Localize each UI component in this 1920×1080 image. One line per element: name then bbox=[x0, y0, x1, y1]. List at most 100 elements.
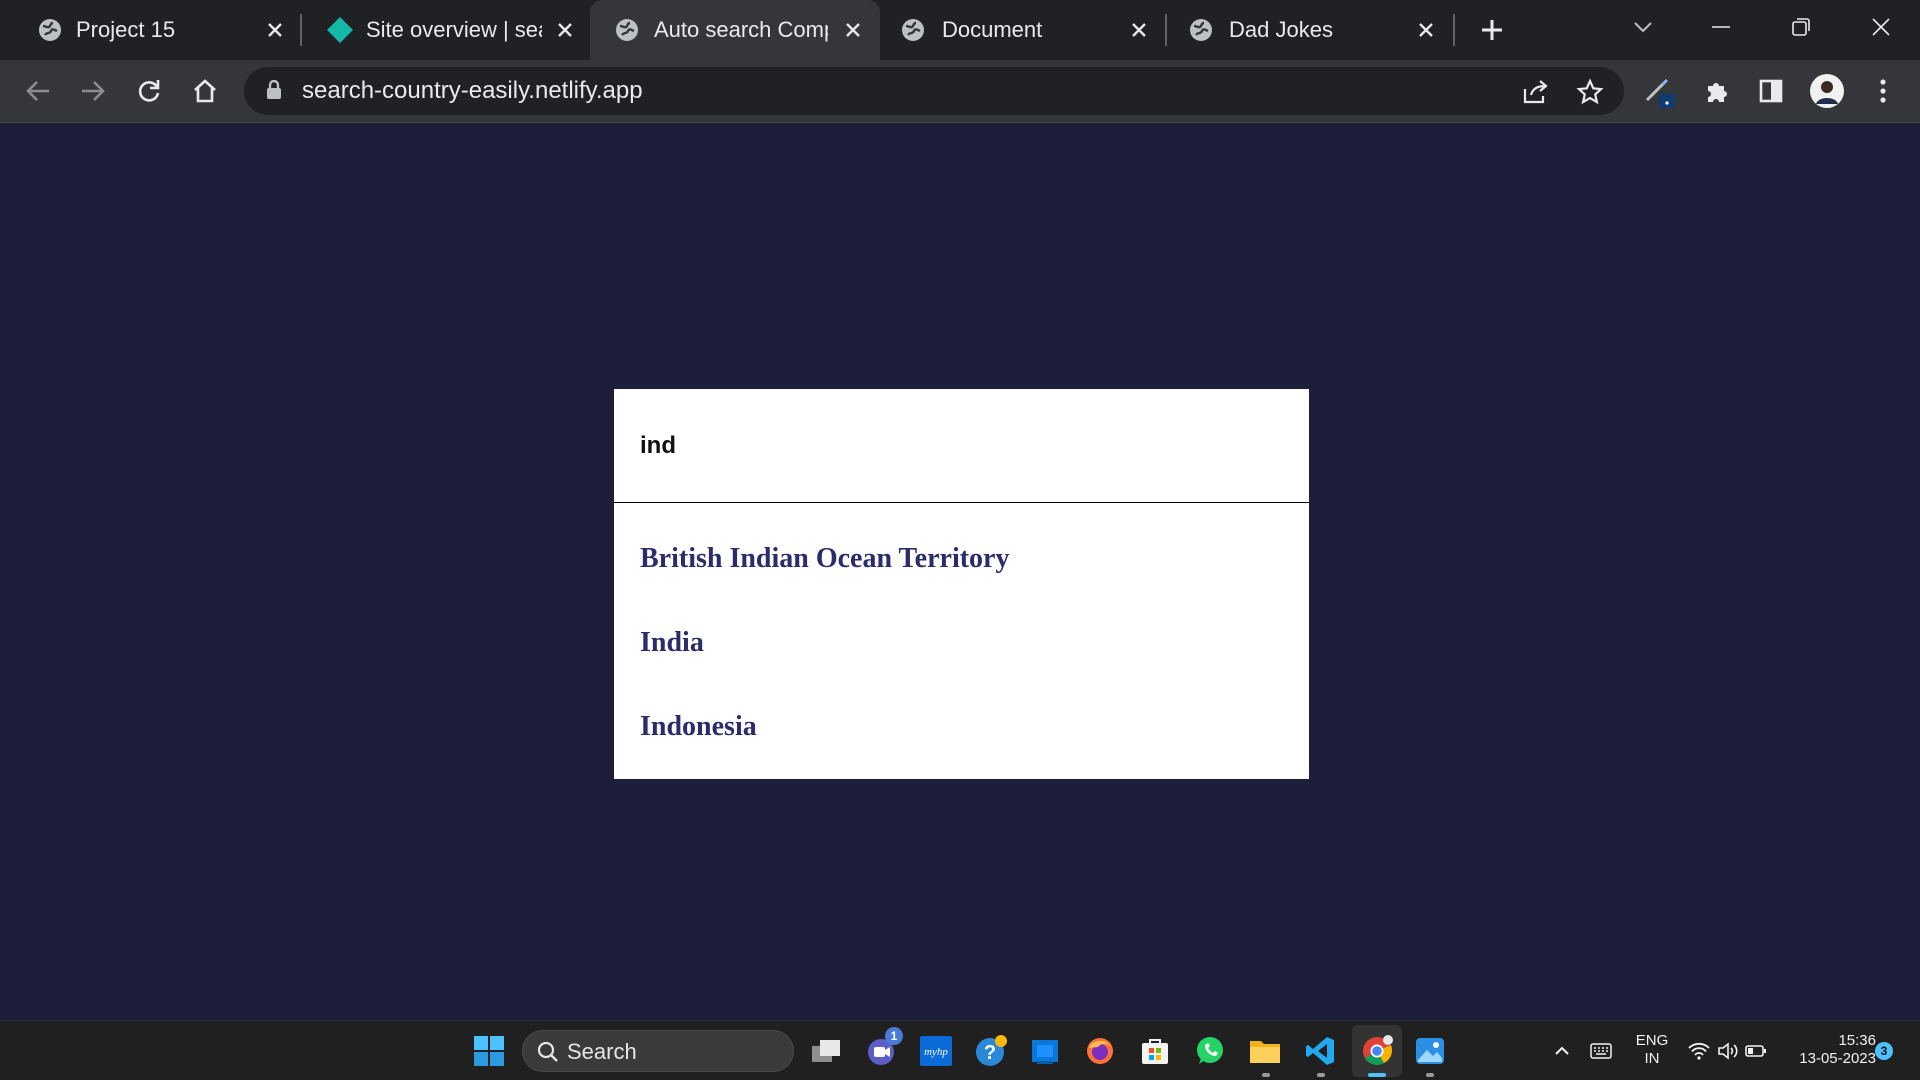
back-button[interactable] bbox=[21, 74, 55, 108]
tab-search-button[interactable] bbox=[1626, 10, 1660, 44]
tab-title: Site overview | search-country-easily bbox=[366, 17, 542, 42]
task-view-button[interactable] bbox=[806, 1031, 846, 1071]
running-indicator bbox=[1317, 1073, 1325, 1077]
svg-text:?: ? bbox=[984, 1042, 996, 1064]
search-icon bbox=[537, 1041, 558, 1062]
tab-project-15[interactable]: Project 15 bbox=[0, 0, 296, 60]
globe-icon bbox=[616, 19, 638, 41]
plus-icon bbox=[1482, 20, 1502, 40]
netlify-diamond-icon bbox=[327, 17, 353, 43]
firefox-button[interactable] bbox=[1080, 1031, 1120, 1071]
restore-button[interactable] bbox=[1784, 10, 1818, 44]
touch-keyboard-button[interactable] bbox=[1581, 1031, 1621, 1071]
puzzle-icon bbox=[1708, 83, 1727, 102]
store-bag-icon bbox=[1142, 1039, 1168, 1064]
lock-icon bbox=[267, 80, 281, 99]
tab-dad-jokes[interactable]: Dad Jokes bbox=[1152, 0, 1448, 60]
language-code: ENG bbox=[1635, 1032, 1669, 1049]
suggestion-item[interactable]: British Indian Ocean Territory bbox=[614, 517, 1309, 601]
tab-separator bbox=[1453, 14, 1455, 46]
profile-avatar[interactable] bbox=[1810, 74, 1844, 108]
clock[interactable]: 15:36 13-05-2023 bbox=[1780, 1032, 1876, 1068]
reload-button[interactable] bbox=[132, 74, 166, 108]
tab-auto-search-complete[interactable]: Auto search Complete bbox=[590, 0, 880, 60]
microsoft-store-button[interactable] bbox=[1135, 1031, 1175, 1071]
teams-chat-button[interactable]: 1 bbox=[861, 1027, 903, 1071]
arrow-right-icon bbox=[82, 81, 105, 101]
tab-document[interactable]: Document bbox=[866, 0, 1162, 60]
running-indicator bbox=[1262, 1073, 1270, 1077]
input-language-indicator[interactable]: ENG IN bbox=[1628, 1032, 1676, 1068]
tab-title: Project 15 bbox=[76, 17, 176, 42]
pen-icon bbox=[1645, 78, 1675, 108]
chat-badge: 1 bbox=[885, 1027, 903, 1045]
svg-text:myhp: myhp bbox=[924, 1046, 948, 1058]
side-panel-icon bbox=[1759, 79, 1783, 103]
menu-button[interactable] bbox=[1866, 74, 1900, 108]
address-bar[interactable]: search-country-easily.netlify.app bbox=[244, 67, 1624, 115]
minimize-icon bbox=[1712, 26, 1730, 28]
reload-icon bbox=[138, 80, 160, 102]
photos-icon bbox=[1416, 1038, 1444, 1064]
tab-close-icon[interactable] bbox=[262, 17, 288, 43]
tab-title: Document bbox=[942, 17, 1043, 42]
address-url: search-country-easily.netlify.app bbox=[302, 77, 643, 104]
close-window-button[interactable] bbox=[1864, 10, 1898, 44]
pen-extension-button[interactable] bbox=[1643, 74, 1677, 108]
forward-button[interactable] bbox=[76, 74, 110, 108]
network-volume-battery-button[interactable] bbox=[1682, 1031, 1772, 1071]
suggestion-item[interactable]: Indonesia bbox=[614, 685, 1309, 769]
chrome-button[interactable] bbox=[1357, 1031, 1397, 1071]
chrome-icon bbox=[1363, 1035, 1393, 1065]
clock-time: 15:36 bbox=[1838, 1032, 1876, 1049]
country-search-input[interactable] bbox=[614, 389, 1309, 503]
file-explorer-button[interactable] bbox=[1245, 1031, 1285, 1071]
home-button[interactable] bbox=[188, 74, 222, 108]
myhp-icon: myhp bbox=[920, 1036, 952, 1066]
volume-icon bbox=[1718, 1042, 1738, 1060]
avatar-icon bbox=[1810, 74, 1844, 108]
chevron-down-icon bbox=[1634, 22, 1652, 33]
folder-icon bbox=[1250, 1041, 1280, 1063]
taskbar-search-box[interactable]: Search bbox=[522, 1030, 794, 1072]
close-icon bbox=[1872, 18, 1890, 36]
myhp-button[interactable]: myhp bbox=[916, 1031, 956, 1071]
help-button[interactable]: ? bbox=[971, 1031, 1011, 1071]
globe-icon bbox=[1190, 19, 1212, 41]
battery-icon bbox=[1745, 1045, 1766, 1057]
bookmark-star-icon[interactable] bbox=[1575, 77, 1605, 107]
whatsapp-button[interactable] bbox=[1190, 1031, 1230, 1071]
page-viewport: British Indian Ocean Territory India Ind… bbox=[0, 123, 1920, 1020]
blue-tile-icon bbox=[1032, 1040, 1058, 1064]
show-hidden-icons-button[interactable] bbox=[1542, 1031, 1582, 1071]
tab-close-icon[interactable] bbox=[552, 17, 578, 43]
globe-icon bbox=[902, 19, 924, 41]
notification-badge[interactable]: 3 bbox=[1875, 1042, 1893, 1060]
autocomplete-card: British Indian Ocean Territory India Ind… bbox=[614, 389, 1309, 779]
suggestion-item[interactable]: India bbox=[614, 601, 1309, 685]
taskbar-search-label: Search bbox=[567, 1039, 637, 1064]
share-icon[interactable] bbox=[1520, 77, 1550, 107]
vscode-button[interactable] bbox=[1300, 1031, 1340, 1071]
task-view-icon bbox=[812, 1040, 840, 1062]
minimize-button[interactable] bbox=[1704, 10, 1738, 44]
chevron-up-icon bbox=[1555, 1046, 1569, 1055]
clock-date: 13-05-2023 bbox=[1799, 1050, 1876, 1067]
tab-close-icon[interactable] bbox=[1126, 17, 1152, 43]
store-app-button[interactable] bbox=[1025, 1031, 1065, 1071]
tab-close-icon[interactable] bbox=[1413, 17, 1439, 43]
start-button[interactable] bbox=[469, 1031, 509, 1071]
running-indicator-active bbox=[1368, 1073, 1386, 1077]
new-tab-button[interactable] bbox=[1475, 13, 1509, 47]
suggestion-list: British Indian Ocean Territory India Ind… bbox=[614, 503, 1309, 779]
browser-toolbar: search-country-easily.netlify.app bbox=[0, 60, 1920, 122]
tab-title: Auto search Complete bbox=[654, 17, 828, 42]
windows-logo-icon bbox=[474, 1036, 504, 1066]
tab-site-overview[interactable]: Site overview | search-country-easily bbox=[290, 0, 586, 60]
side-panel-button[interactable] bbox=[1754, 74, 1788, 108]
tab-strip: Project 15 Site overview | search-countr… bbox=[0, 0, 1920, 60]
tab-close-icon[interactable] bbox=[840, 17, 866, 43]
running-indicator bbox=[1426, 1073, 1434, 1077]
extensions-button[interactable] bbox=[1700, 74, 1734, 108]
photos-button[interactable] bbox=[1410, 1031, 1450, 1071]
